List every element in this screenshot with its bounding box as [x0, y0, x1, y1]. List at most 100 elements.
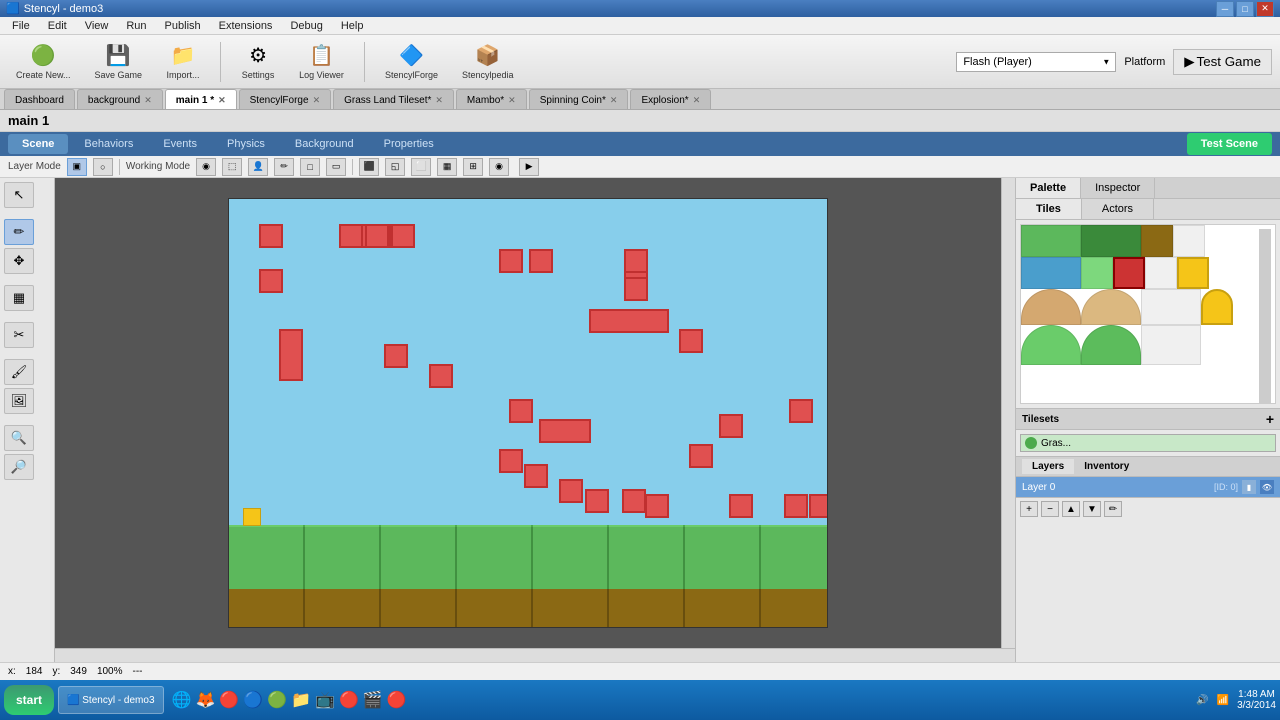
- tile-cell[interactable]: [1173, 225, 1205, 257]
- create-new-button[interactable]: 🟢 Create New...: [8, 39, 79, 84]
- tab-grassland-close[interactable]: ✕: [435, 95, 443, 106]
- menu-extensions[interactable]: Extensions: [211, 18, 281, 34]
- tile-palette-grid[interactable]: [1020, 224, 1276, 404]
- taskbar-folder-icon[interactable]: 📁: [291, 690, 311, 710]
- working-mode-extra-2[interactable]: ◱: [385, 158, 405, 176]
- minimize-button[interactable]: ─: [1216, 1, 1234, 17]
- tile-cell[interactable]: [1081, 225, 1141, 257]
- tile-cell[interactable]: [1113, 257, 1145, 289]
- layer-mode-btn-1[interactable]: ▣: [67, 158, 87, 176]
- inspector-tab[interactable]: Inspector: [1081, 178, 1155, 198]
- cut-tool-button[interactable]: ✂: [4, 322, 34, 348]
- inventory-tab[interactable]: Inventory: [1074, 459, 1139, 474]
- working-mode-btn-5[interactable]: □: [300, 158, 320, 176]
- add-tileset-button[interactable]: +: [1266, 411, 1274, 427]
- tab-spinning-close[interactable]: ✕: [610, 95, 618, 106]
- working-mode-extra-4[interactable]: ▦: [437, 158, 457, 176]
- tab-main1[interactable]: main 1 * ✕: [165, 89, 237, 109]
- working-mode-extra-3[interactable]: ⬜: [411, 158, 431, 176]
- palette-scrollbar[interactable]: [1259, 229, 1271, 404]
- tiles-tab[interactable]: Tiles: [1016, 199, 1082, 219]
- fill-tool-button[interactable]: 🖌: [4, 359, 34, 385]
- move-layer-up-button[interactable]: ▲: [1062, 501, 1080, 517]
- taskbar-misc-icon1[interactable]: 🔵: [243, 690, 263, 710]
- menu-publish[interactable]: Publish: [157, 18, 209, 34]
- move-layer-down-button[interactable]: ▼: [1083, 501, 1101, 517]
- tab-events[interactable]: Events: [149, 134, 211, 154]
- tab-mambo[interactable]: Mambo* ✕: [456, 89, 527, 109]
- taskbar-app-icon1[interactable]: 🔴: [339, 690, 359, 710]
- layers-tab[interactable]: Layers: [1022, 459, 1074, 474]
- tile-cell[interactable]: [1021, 257, 1081, 289]
- tab-forge-close[interactable]: ✕: [313, 95, 321, 106]
- working-mode-extra-6[interactable]: ◉: [489, 158, 509, 176]
- menu-file[interactable]: File: [4, 18, 38, 34]
- horizontal-scrollbar[interactable]: [55, 648, 1015, 662]
- taskbar-app-icon2[interactable]: 🎬: [363, 690, 383, 710]
- layer-visibility[interactable]: 👁: [1260, 480, 1274, 494]
- layer-row[interactable]: Layer 0 [ID: 0] ▮ 👁: [1016, 477, 1280, 497]
- layer-mode-btn-2[interactable]: ○: [93, 158, 113, 176]
- tab-main1-close[interactable]: ✕: [218, 95, 226, 106]
- scene-canvas[interactable]: [228, 198, 828, 628]
- taskbar-media-icon[interactable]: 📺: [315, 690, 335, 710]
- move-tool-button[interactable]: ✥: [4, 248, 34, 274]
- play-button[interactable]: ▶: [519, 158, 539, 176]
- working-mode-btn-2[interactable]: ⬚: [222, 158, 242, 176]
- remove-layer-button[interactable]: −: [1041, 501, 1059, 517]
- add-layer-button[interactable]: +: [1020, 501, 1038, 517]
- tab-explosion[interactable]: Explosion* ✕: [630, 89, 711, 109]
- tab-explosion-close[interactable]: ✕: [693, 95, 701, 106]
- tab-scene[interactable]: Scene: [8, 134, 68, 154]
- tile-cell[interactable]: [1021, 325, 1081, 365]
- tile-cell[interactable]: [1177, 257, 1209, 289]
- tile-cell[interactable]: [1141, 225, 1173, 257]
- taskbar-firefox-icon[interactable]: 🦊: [195, 690, 215, 710]
- platform-dropdown[interactable]: Flash (Player) HTML5 iOS Android: [956, 52, 1116, 72]
- taskbar-network[interactable]: 📶: [1217, 695, 1229, 706]
- palette-tab[interactable]: Palette: [1016, 178, 1081, 198]
- taskbar-opera-icon[interactable]: 🔴: [219, 690, 239, 710]
- tab-background-close[interactable]: ✕: [144, 95, 152, 106]
- working-mode-extra-1[interactable]: ⬛: [359, 158, 379, 176]
- maximize-button[interactable]: □: [1236, 1, 1254, 17]
- tile-cell[interactable]: [1081, 325, 1141, 365]
- actors-tab[interactable]: Actors: [1082, 199, 1154, 219]
- select-tool-button[interactable]: ↖: [4, 182, 34, 208]
- scene-viewport[interactable]: [55, 178, 1001, 648]
- zoom-in-button[interactable]: 🔍: [4, 425, 34, 451]
- stencylpedia-button[interactable]: 📦 Stencylpedia: [454, 39, 522, 84]
- stencylforge-button[interactable]: 🔷 StencylForge: [377, 39, 446, 84]
- tab-physics[interactable]: Physics: [213, 134, 279, 154]
- log-viewer-button[interactable]: 📋 Log Viewer: [291, 39, 352, 84]
- working-mode-btn-3[interactable]: 👤: [248, 158, 268, 176]
- test-scene-button[interactable]: Test Scene: [1187, 133, 1272, 155]
- tab-stencylforge[interactable]: StencylForge ✕: [239, 89, 331, 109]
- save-game-button[interactable]: 💾 Save Game: [87, 39, 151, 84]
- start-button[interactable]: start: [4, 685, 54, 715]
- layer-lock[interactable]: ▮: [1242, 480, 1256, 494]
- tile-cell[interactable]: [1145, 257, 1177, 289]
- tab-dashboard[interactable]: Dashboard: [4, 89, 75, 109]
- grid-tool-button[interactable]: ▦: [4, 285, 34, 311]
- taskbar-app-icon3[interactable]: 🔴: [387, 690, 407, 710]
- tile-cell[interactable]: [1021, 225, 1081, 257]
- menu-view[interactable]: View: [77, 18, 117, 34]
- img-tool-button[interactable]: 🖼: [4, 388, 34, 414]
- tab-spinning[interactable]: Spinning Coin* ✕: [529, 89, 629, 109]
- import-button[interactable]: 📁 Import...: [158, 39, 208, 84]
- draw-tool-button[interactable]: ✏: [4, 219, 34, 245]
- edit-layer-button[interactable]: ✏: [1104, 501, 1122, 517]
- zoom-out-button[interactable]: 🔎: [4, 454, 34, 480]
- menu-run[interactable]: Run: [118, 18, 154, 34]
- settings-button[interactable]: ⚙ Settings: [233, 39, 283, 84]
- close-button[interactable]: ✕: [1256, 1, 1274, 17]
- tile-cell[interactable]: [1081, 257, 1113, 289]
- vertical-scrollbar[interactable]: [1001, 178, 1015, 648]
- tile-cell[interactable]: [1141, 289, 1201, 325]
- tile-cell[interactable]: [1141, 325, 1201, 365]
- taskbar-ie-icon[interactable]: 🌐: [172, 690, 192, 710]
- tab-mambo-close[interactable]: ✕: [508, 95, 516, 106]
- tab-grassland[interactable]: Grass Land Tileset* ✕: [333, 89, 454, 109]
- tab-properties[interactable]: Properties: [370, 134, 448, 154]
